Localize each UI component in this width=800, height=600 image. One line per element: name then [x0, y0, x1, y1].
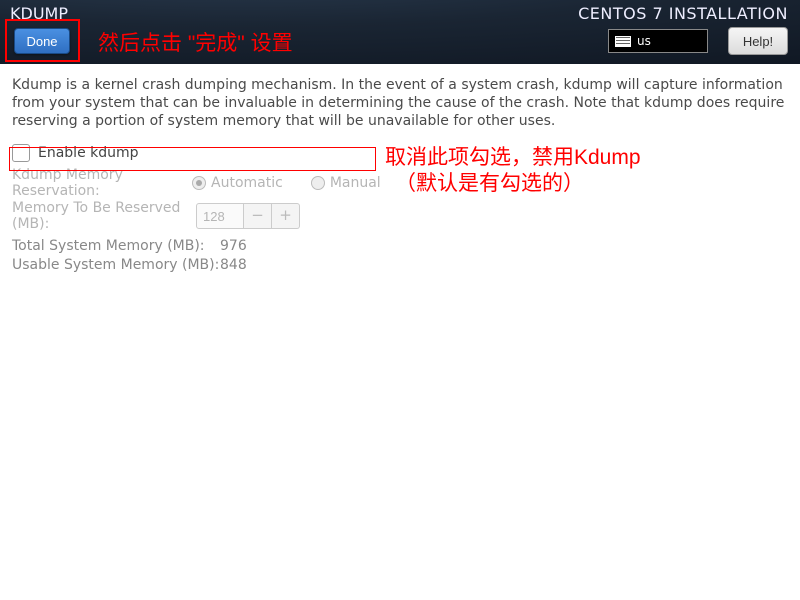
total-memory-label: Total System Memory (MB):: [12, 238, 220, 257]
memory-reserve-input[interactable]: [196, 203, 244, 229]
installer-title: CENTOS 7 INSTALLATION: [578, 4, 788, 23]
usable-memory-label: Usable System Memory (MB):: [12, 257, 220, 276]
page-title: KDUMP: [10, 4, 68, 23]
reservation-manual-radio[interactable]: [311, 176, 325, 190]
help-button[interactable]: Help!: [728, 27, 788, 55]
keyboard-layout-selector[interactable]: us: [608, 29, 708, 53]
memory-reserve-label: Memory To Be Reserved (MB):: [12, 200, 192, 232]
reservation-manual-label: Manual: [330, 175, 381, 191]
annotation-done-text: 然后点击 "完成" 设置: [98, 27, 293, 57]
memory-reserve-spinbox: − +: [196, 203, 300, 229]
done-button[interactable]: Done: [14, 28, 70, 54]
usable-memory-value: 848: [220, 257, 247, 276]
memory-decrement-button[interactable]: −: [244, 203, 272, 229]
keyboard-icon: [615, 36, 631, 47]
enable-kdump-label: Enable kdump: [38, 145, 139, 161]
intro-text: Kdump is a kernel crash dumping mechanis…: [12, 76, 788, 130]
annotation-disable-text: 取消此项勾选，禁用Kdump （默认是有勾选的）: [385, 145, 641, 197]
enable-kdump-checkbox[interactable]: [12, 144, 30, 162]
reservation-label: Kdump Memory Reservation:: [12, 167, 192, 199]
memory-increment-button[interactable]: +: [272, 203, 300, 229]
annotation-disable-line2: （默认是有勾选的）: [395, 171, 641, 197]
keyboard-layout-value: us: [637, 34, 651, 48]
reservation-automatic-label: Automatic: [211, 175, 283, 191]
total-memory-value: 976: [220, 238, 247, 257]
reservation-automatic-radio[interactable]: [192, 176, 206, 190]
annotation-disable-line1: 取消此项勾选，禁用Kdump: [385, 145, 641, 171]
